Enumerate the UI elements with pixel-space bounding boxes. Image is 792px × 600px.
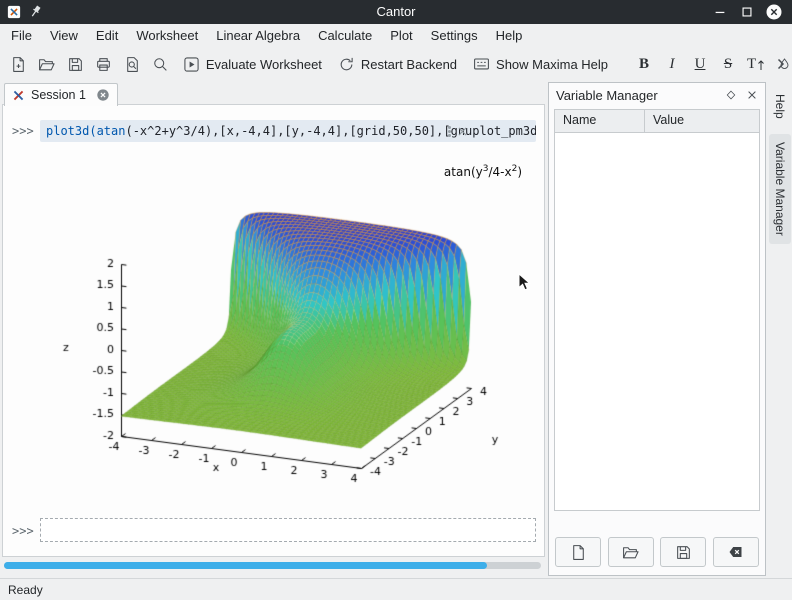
entry-prompt: >>> bbox=[12, 524, 34, 538]
variable-manager-header: Variable Manager bbox=[549, 83, 765, 107]
worksheet[interactable]: >>> plot3d(atan(-x^2+y^3/4),[x,-4,4],[y,… bbox=[2, 104, 545, 557]
command-entry[interactable]: plot3d(atan(-x^2+y^3/4),[x,-4,4],[y,-4,4… bbox=[40, 120, 536, 142]
bold-button[interactable]: B bbox=[631, 52, 657, 78]
session-tab-label: Session 1 bbox=[31, 88, 86, 102]
mouse-cursor bbox=[518, 273, 531, 292]
cantor-window: Cantor File View Edit Worksheet Linear A… bbox=[0, 0, 792, 600]
plot-title: atan(y3/4-x2) bbox=[444, 164, 522, 179]
column-header-name[interactable]: Name bbox=[555, 110, 645, 132]
save-button[interactable] bbox=[62, 51, 88, 78]
menu-plot[interactable]: Plot bbox=[381, 24, 421, 48]
code-token: plot3d( bbox=[46, 124, 97, 138]
plot-title-part: /4-x bbox=[488, 165, 511, 179]
progress-fill bbox=[4, 562, 487, 569]
window-title: Cantor bbox=[0, 0, 792, 24]
session-icon bbox=[12, 89, 25, 102]
command-prompt: >>> bbox=[12, 124, 34, 138]
show-maxima-help-button[interactable]: Show Maxima Help bbox=[466, 51, 615, 78]
plot-result: atan(y3/4-x2) bbox=[46, 151, 538, 509]
italic-button[interactable]: I bbox=[659, 52, 685, 78]
variable-manager-panel: Variable Manager Name Value bbox=[548, 82, 766, 576]
load-variables-button[interactable] bbox=[608, 537, 654, 567]
format-group: B I U S T bbox=[631, 52, 792, 78]
restart-label: Restart Backend bbox=[361, 57, 457, 72]
save-variables-button[interactable] bbox=[660, 537, 706, 567]
menu-linear-algebra[interactable]: Linear Algebra bbox=[207, 24, 309, 48]
column-header-value[interactable]: Value bbox=[645, 110, 759, 132]
close-button[interactable] bbox=[766, 4, 782, 20]
underline-button[interactable]: U bbox=[687, 52, 713, 78]
panel-float-icon[interactable] bbox=[725, 89, 737, 101]
titlebar: Cantor bbox=[0, 0, 792, 24]
minimize-button[interactable] bbox=[712, 4, 728, 20]
statusbar: Ready bbox=[0, 578, 792, 600]
menu-edit[interactable]: Edit bbox=[87, 24, 127, 48]
superscript-label: T bbox=[747, 56, 756, 73]
plot-title-part: ) bbox=[517, 165, 522, 179]
variable-table-header: Name Value bbox=[555, 110, 759, 133]
menu-calculate[interactable]: Calculate bbox=[309, 24, 381, 48]
code-token: atan bbox=[97, 124, 126, 138]
evaluate-icon bbox=[183, 56, 200, 73]
menu-view[interactable]: View bbox=[41, 24, 87, 48]
print-preview-button[interactable] bbox=[119, 51, 145, 78]
open-worksheet-button[interactable] bbox=[33, 51, 59, 78]
evaluate-label: Evaluate Worksheet bbox=[206, 57, 322, 72]
restart-icon bbox=[338, 56, 355, 73]
menu-help[interactable]: Help bbox=[487, 24, 532, 48]
status-text: Ready bbox=[8, 583, 43, 597]
tab-session-1[interactable]: Session 1 bbox=[4, 83, 118, 106]
find-button[interactable] bbox=[147, 51, 173, 78]
new-variable-button[interactable] bbox=[555, 537, 601, 567]
menu-worksheet[interactable]: Worksheet bbox=[127, 24, 207, 48]
restart-backend-button[interactable]: Restart Backend bbox=[331, 51, 464, 78]
gnuplot-surface-canvas bbox=[46, 151, 538, 509]
window-controls bbox=[712, 4, 782, 20]
cell-controls bbox=[448, 120, 530, 142]
superscript-button[interactable]: T bbox=[743, 52, 769, 78]
new-command-entry[interactable] bbox=[40, 518, 536, 542]
menu-settings[interactable]: Settings bbox=[422, 24, 487, 48]
variable-table-body[interactable] bbox=[555, 133, 759, 511]
variable-manager-toolbar bbox=[549, 537, 765, 567]
progress-bar bbox=[4, 562, 541, 569]
variable-manager-title: Variable Manager bbox=[556, 88, 716, 103]
toolbar-overflow-chevron[interactable] bbox=[773, 56, 789, 72]
dock-tab-help[interactable]: Help bbox=[769, 86, 791, 127]
maxima-help-label: Show Maxima Help bbox=[496, 57, 608, 72]
panel-close-icon[interactable] bbox=[746, 89, 758, 101]
dock-tab-variable-manager[interactable]: Variable Manager bbox=[769, 134, 791, 244]
maximize-button[interactable] bbox=[739, 4, 755, 20]
drag-handle-icon[interactable] bbox=[448, 130, 451, 133]
evaluate-worksheet-button[interactable]: Evaluate Worksheet bbox=[176, 51, 329, 78]
menubar: File View Edit Worksheet Linear Algebra … bbox=[0, 24, 792, 48]
strikethrough-button[interactable]: S bbox=[715, 52, 741, 78]
variable-table: Name Value bbox=[554, 109, 760, 511]
maxima-help-icon bbox=[473, 56, 490, 73]
menu-file[interactable]: File bbox=[2, 24, 41, 48]
plot-title-part: atan(y bbox=[444, 165, 483, 179]
clear-variables-button[interactable] bbox=[713, 537, 759, 567]
new-worksheet-button[interactable] bbox=[5, 51, 31, 78]
cell-close-icon[interactable] bbox=[458, 120, 530, 142]
tab-close-icon[interactable] bbox=[96, 88, 110, 102]
toolbar: Evaluate Worksheet Restart Backend Show … bbox=[0, 48, 792, 81]
superscript-arrow-icon bbox=[757, 59, 765, 71]
print-button[interactable] bbox=[90, 51, 116, 78]
